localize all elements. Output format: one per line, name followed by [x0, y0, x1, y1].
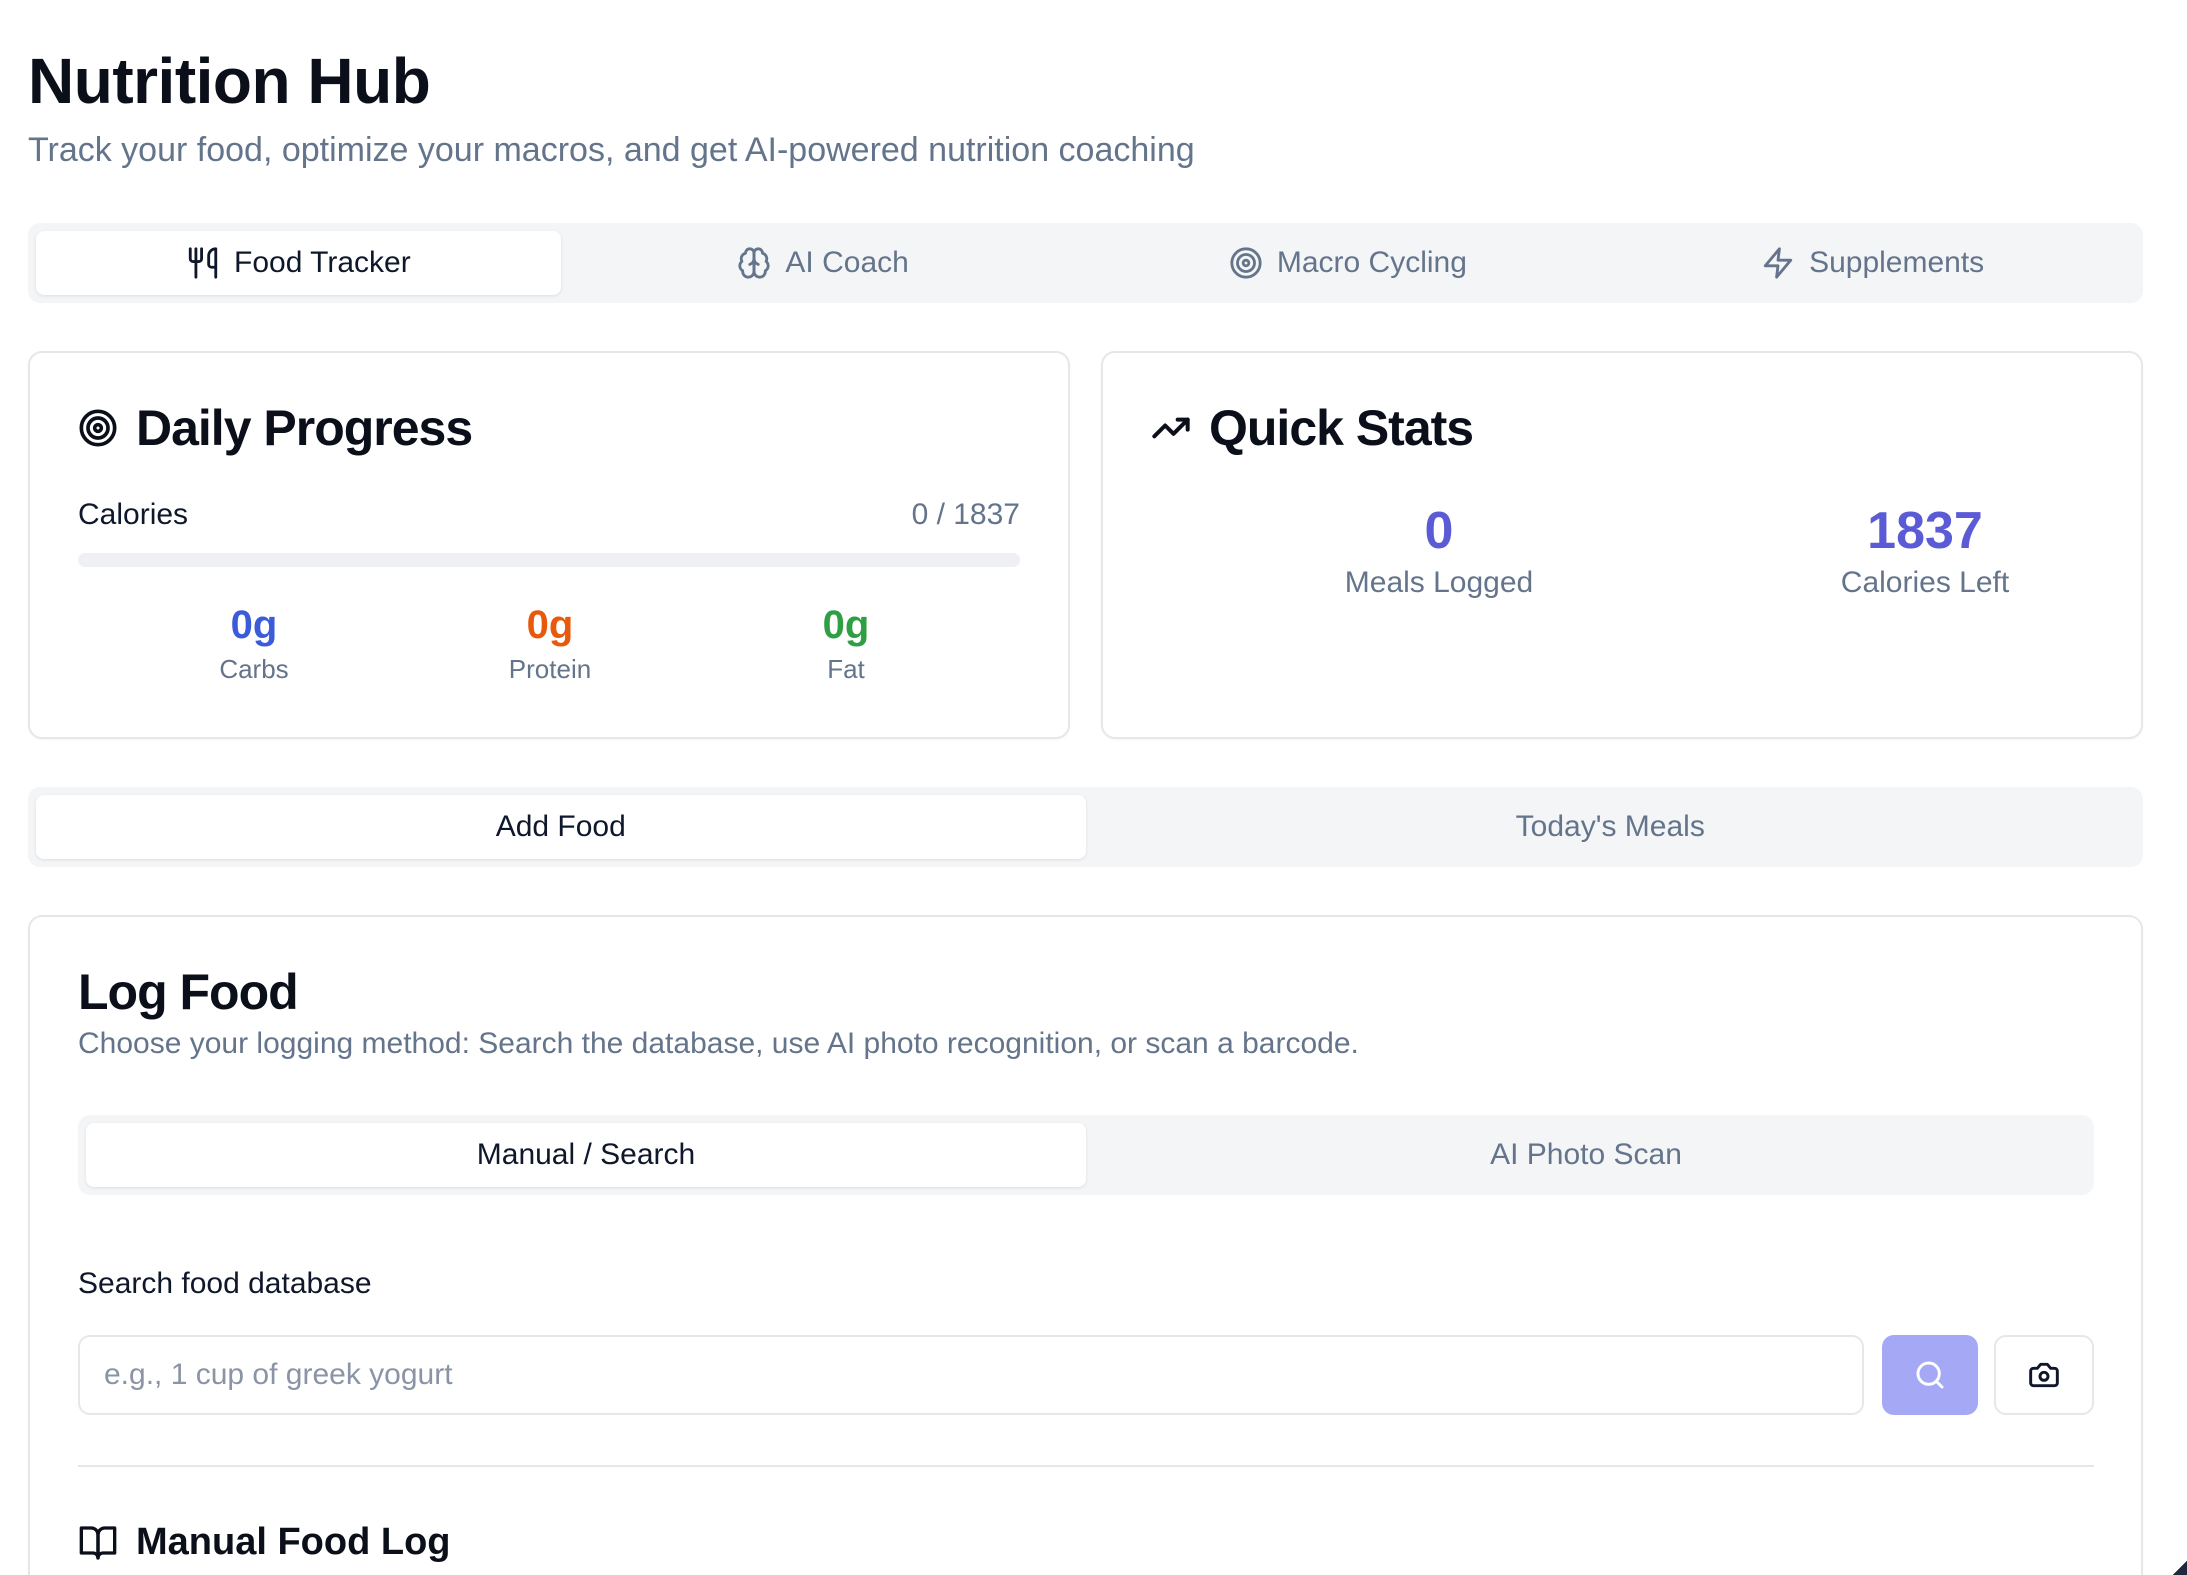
tab-label: Macro Cycling	[1276, 246, 1467, 279]
quick-stats-card: Quick Stats 0 Meals Logged 1837 Calories…	[1101, 351, 2143, 739]
macro-value: 0g	[230, 603, 278, 647]
stat-label: Calories Left	[1840, 566, 2010, 600]
manual-title-text: Manual Food Log	[136, 1521, 451, 1563]
tab-label: Food Tracker	[234, 246, 411, 279]
tab-macro-cycling[interactable]: Macro Cycling	[1086, 231, 1611, 295]
tab-ai-coach[interactable]: AI Coach	[561, 231, 1086, 295]
tab-add-food[interactable]: Add Food	[36, 795, 1086, 859]
macro-value: 0g	[822, 603, 870, 647]
window-corner	[2173, 1561, 2187, 1575]
tab-ai-photo-scan[interactable]: AI Photo Scan	[1086, 1123, 2086, 1187]
tab-label: Manual / Search	[476, 1138, 696, 1171]
brain-icon	[738, 247, 770, 279]
food-tab-bar: Add Food Today's Meals	[28, 787, 2143, 867]
food-search-input[interactable]	[78, 1335, 1864, 1415]
card-title-text: Daily Progress	[136, 400, 473, 456]
macro-fat: 0g Fat	[736, 603, 956, 685]
log-food-card: Log Food Choose your logging method: Sea…	[28, 915, 2143, 1575]
calories-progress-bar	[78, 553, 1020, 567]
tab-todays-meals[interactable]: Today's Meals	[1086, 795, 2136, 859]
macro-label: Fat	[827, 654, 865, 684]
macro-label: Protein	[508, 654, 592, 684]
calories-value: 0 / 1837	[911, 498, 1020, 531]
daily-progress-title: Daily Progress	[78, 399, 473, 457]
tab-supplements[interactable]: Supplements	[1610, 231, 2135, 295]
zap-icon	[1763, 247, 1793, 279]
stat-value: 1837	[1867, 502, 1983, 560]
search-button[interactable]	[1882, 1335, 1978, 1415]
macro-value: 0g	[526, 603, 574, 647]
tab-label: AI Coach	[785, 246, 909, 279]
tab-label: Today's Meals	[1515, 810, 1705, 843]
log-method-tab-bar: Manual / Search AI Photo Scan	[78, 1115, 2094, 1195]
card-title-text: Quick Stats	[1209, 400, 1474, 456]
trending-up-icon	[1152, 417, 1190, 439]
search-icon	[1916, 1361, 1944, 1389]
book-open-icon	[79, 1525, 117, 1560]
stat-value: 0	[1424, 502, 1454, 560]
tab-label: AI Photo Scan	[1490, 1138, 1682, 1171]
calories-label: Calories	[78, 498, 189, 531]
search-field-label: Search food database	[78, 1267, 372, 1300]
page-subtitle: Track your food, optimize your macros, a…	[28, 131, 1195, 169]
tab-label: Add Food	[495, 810, 626, 843]
manual-food-log-title: Manual Food Log	[78, 1521, 451, 1564]
macro-protein: 0g Protein	[440, 603, 660, 685]
log-food-subtitle: Choose your logging method: Search the d…	[78, 1027, 1359, 1060]
target-icon	[1230, 247, 1262, 279]
camera-button[interactable]	[1994, 1335, 2094, 1415]
tab-food-tracker[interactable]: Food Tracker	[36, 231, 561, 295]
quick-stats-title: Quick Stats	[1151, 399, 1474, 457]
stat-meals-logged: 0 Meals Logged	[1279, 502, 1599, 600]
macro-carbs: 0g Carbs	[144, 603, 364, 685]
main-tab-bar: Food Tracker AI Coach Macro Cycling Supp…	[28, 223, 2143, 303]
page-title: Nutrition Hub	[28, 45, 431, 117]
log-food-title: Log Food	[78, 964, 299, 1020]
camera-icon	[2029, 1362, 2059, 1388]
macro-label: Carbs	[219, 654, 289, 684]
page: Nutrition Hub Track your food, optimize …	[0, 0, 2187, 1575]
stat-label: Meals Logged	[1344, 566, 1534, 600]
stat-calories-left: 1837 Calories Left	[1765, 502, 2085, 600]
section-divider	[78, 1465, 2094, 1467]
tab-label: Supplements	[1809, 246, 1985, 279]
daily-progress-card: Daily Progress Calories 0 / 1837 0g Carb…	[28, 351, 1070, 739]
utensils-icon	[188, 247, 218, 279]
tab-manual-search[interactable]: Manual / Search	[86, 1123, 1086, 1187]
target-icon	[79, 409, 117, 447]
